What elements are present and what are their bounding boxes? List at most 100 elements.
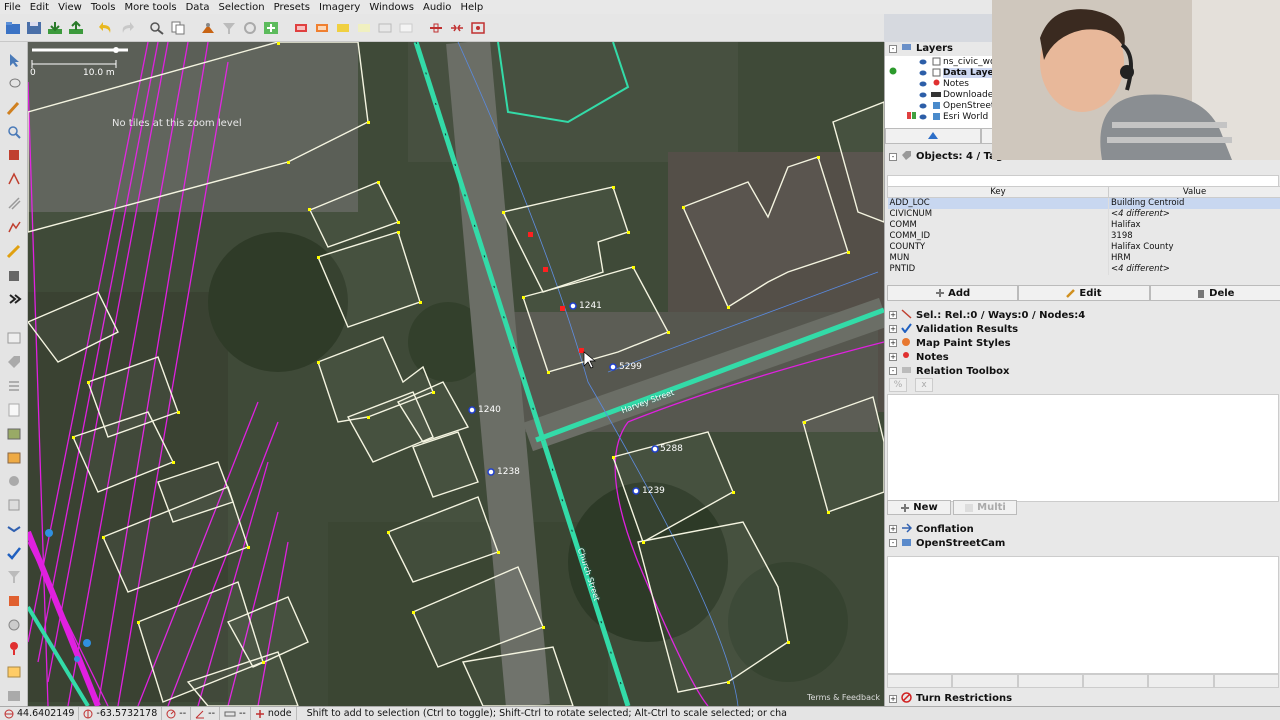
panel-toggle-1-icon[interactable] — [4, 328, 24, 348]
mappaint-icon[interactable] — [4, 591, 24, 611]
move-up-button[interactable] — [885, 128, 981, 144]
relation-member-area[interactable] — [887, 394, 1279, 502]
map-view[interactable]: 0 10.0 m No tiles at this zoom level 124… — [28, 42, 884, 706]
draw-tool-icon[interactable] — [4, 98, 24, 118]
split-way-icon[interactable] — [427, 19, 445, 37]
authors-icon[interactable] — [4, 472, 24, 492]
map-attribution[interactable]: Terms & Feedback — [807, 693, 880, 702]
tag-row[interactable]: COUNTY Halifax County — [887, 241, 1280, 253]
notes-pin-tool-icon[interactable] — [4, 639, 24, 659]
paint-style-orange-icon[interactable] — [313, 19, 331, 37]
mappaint-panel-header[interactable]: + Map Paint Styles — [885, 336, 1280, 350]
previous-photo-button[interactable] — [887, 674, 953, 688]
layer-opacity-icon[interactable] — [907, 111, 917, 123]
save-icon[interactable] — [25, 19, 43, 37]
changeset-icon[interactable] — [4, 495, 24, 515]
redo-icon[interactable] — [118, 19, 136, 37]
edit-tag-button[interactable]: Edit — [1018, 285, 1150, 301]
paint-style-light-icon[interactable] — [355, 19, 373, 37]
zoom-tool-icon[interactable] — [4, 122, 24, 142]
filter-tool-icon[interactable] — [4, 567, 24, 587]
conflation-tool-icon[interactable] — [4, 686, 24, 706]
relation-toolbox-header[interactable]: - Relation Toolbox — [885, 364, 1280, 378]
turn-restrictions-header[interactable]: + Turn Restrictions — [885, 691, 1280, 705]
refresh-photo-button[interactable] — [1082, 674, 1149, 688]
node-tool-icon[interactable] — [469, 19, 487, 37]
validation-panel-header[interactable]: + Validation Results — [885, 322, 1280, 336]
tag-row[interactable]: COMM_ID 3198 — [887, 230, 1280, 242]
lasso-tool-icon[interactable] — [4, 74, 24, 94]
add-tag-button[interactable]: Add — [887, 285, 1019, 301]
more-tools-icon[interactable] — [4, 289, 24, 309]
delete-tool-icon[interactable] — [4, 145, 24, 165]
menu-tools[interactable]: Tools — [91, 2, 116, 13]
refresh-icon[interactable] — [241, 19, 259, 37]
selection-list-icon[interactable] — [4, 376, 24, 396]
combine-way-icon[interactable] — [448, 19, 466, 37]
preferences-icon[interactable] — [199, 19, 217, 37]
expand-icon[interactable]: + — [889, 325, 897, 333]
expand-icon[interactable]: + — [889, 525, 897, 533]
visibility-icon[interactable] — [919, 113, 927, 121]
notes-panel-header[interactable]: + Notes — [885, 350, 1280, 364]
menu-view[interactable]: View — [58, 2, 82, 13]
menu-imagery[interactable]: Imagery — [319, 2, 360, 13]
menu-file[interactable]: File — [4, 2, 21, 13]
paint-style-yellow-icon[interactable] — [334, 19, 352, 37]
expand-icon[interactable]: + — [889, 311, 897, 319]
collapse-icon[interactable]: - — [889, 152, 897, 161]
paint-style-white-icon[interactable] — [397, 19, 415, 37]
locate-button[interactable] — [1213, 674, 1279, 688]
tag-row[interactable]: MUN HRM — [887, 252, 1280, 264]
undo-icon[interactable] — [97, 19, 115, 37]
delete-tag-button[interactable]: Dele — [1149, 285, 1280, 301]
collapse-icon[interactable]: - — [889, 367, 897, 375]
note-icon[interactable] — [4, 400, 24, 420]
zoom-icon[interactable] — [148, 19, 166, 37]
menu-help[interactable]: Help — [460, 2, 483, 13]
match-button[interactable] — [1148, 674, 1214, 688]
tag-icon[interactable] — [4, 352, 24, 372]
expand-icon[interactable]: + — [889, 353, 897, 361]
visibility-icon[interactable] — [919, 69, 927, 77]
building-tool-icon[interactable] — [4, 265, 24, 285]
tag-row[interactable]: COMM Halifax — [887, 219, 1280, 231]
select-tool-icon[interactable] — [4, 50, 24, 70]
download-icon[interactable] — [46, 19, 64, 37]
menu-audio[interactable]: Audio — [423, 2, 451, 13]
minimap-icon[interactable] — [4, 615, 24, 635]
tag-row[interactable]: ADD_LOC Building Centroid — [887, 197, 1280, 209]
pencil-icon[interactable] — [4, 241, 24, 261]
menu-selection[interactable]: Selection — [219, 2, 265, 13]
next-photo-button[interactable] — [952, 674, 1018, 688]
upload-icon[interactable] — [67, 19, 85, 37]
copy-icon[interactable] — [169, 19, 187, 37]
expand-icon[interactable]: + — [889, 694, 897, 703]
tag-row[interactable]: CIVICNUM <4 different> — [887, 208, 1280, 220]
extrude-tool-icon[interactable] — [4, 169, 24, 189]
multipolygon-button[interactable]: Multi — [953, 500, 1017, 515]
map-canvas[interactable] — [28, 42, 884, 706]
improve-way-icon[interactable] — [4, 217, 24, 237]
menu-edit[interactable]: Edit — [30, 2, 49, 13]
parallel-tool-icon[interactable] — [4, 193, 24, 213]
menu-presets[interactable]: Presets — [274, 2, 310, 13]
open-icon[interactable] — [4, 19, 22, 37]
history-icon[interactable] — [4, 448, 24, 468]
selection-panel-header[interactable]: + Sel.: Rel.:0 / Ways:0 / Nodes:4 — [885, 308, 1280, 322]
value-column-header[interactable]: Value — [1108, 186, 1280, 198]
menu-more-tools[interactable]: More tools — [124, 2, 176, 13]
conflation-icon[interactable] — [262, 19, 280, 37]
openstreetcam-panel-header[interactable]: - OpenStreetCam — [885, 536, 1280, 550]
collapse-icon[interactable]: - — [889, 44, 897, 53]
imagery-tool-icon[interactable] — [4, 662, 24, 682]
play-button[interactable] — [1017, 674, 1083, 688]
expand-icon[interactable]: + — [889, 339, 897, 347]
commands-icon[interactable] — [4, 519, 24, 539]
paint-style-red-icon[interactable] — [292, 19, 310, 37]
conflation-panel-header[interactable]: + Conflation — [885, 522, 1280, 536]
collapse-icon[interactable]: - — [889, 539, 897, 547]
visibility-icon[interactable] — [919, 102, 927, 110]
filter-icon[interactable] — [220, 19, 238, 37]
new-relation-button[interactable]: New — [887, 500, 951, 515]
